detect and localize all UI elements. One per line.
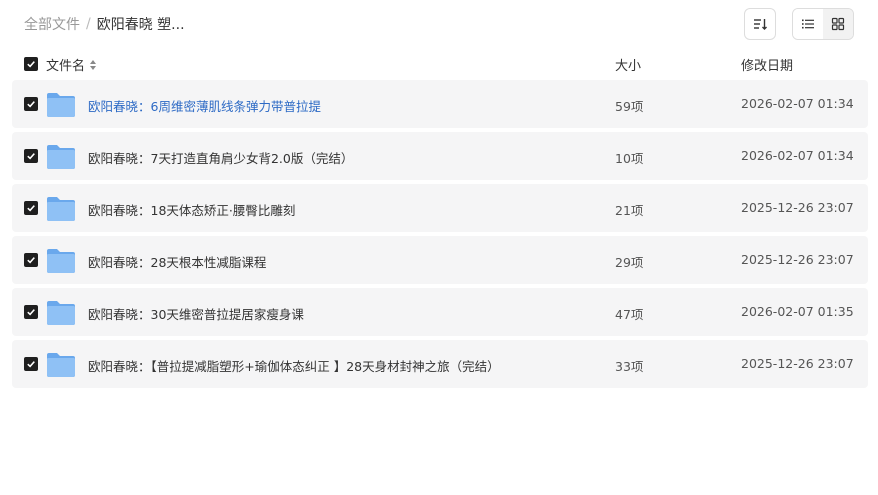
column-header-name-label: 文件名 bbox=[46, 59, 86, 74]
file-date: 2026-02-07 01:34 bbox=[741, 96, 854, 111]
file-name[interactable]: 欧阳春晓：18天体态矫正·腰臀比雕刻 bbox=[88, 200, 295, 219]
file-size: 21项 bbox=[615, 203, 644, 218]
folder-icon bbox=[47, 353, 75, 377]
folder-icon bbox=[47, 301, 75, 325]
column-header-date[interactable]: 修改日期 bbox=[741, 55, 793, 74]
check-icon bbox=[27, 61, 35, 68]
check-icon bbox=[27, 309, 35, 316]
row-checkbox[interactable] bbox=[24, 357, 38, 371]
table-row[interactable]: 欧阳春晓：7天打造直角肩少女背2.0版（完结） 10项 2026-02-07 0… bbox=[12, 132, 868, 180]
grid-view-icon bbox=[831, 17, 845, 31]
file-size: 33项 bbox=[615, 359, 644, 374]
table-row[interactable]: 欧阳春晓：18天体态矫正·腰臀比雕刻 21项 2025-12-26 23:07 bbox=[12, 184, 868, 232]
breadcrumb: 全部文件 / 欧阳春晓 塑... bbox=[24, 14, 185, 34]
row-checkbox[interactable] bbox=[24, 201, 38, 215]
row-checkbox[interactable] bbox=[24, 97, 38, 111]
check-icon bbox=[27, 361, 35, 368]
folder-icon bbox=[47, 197, 75, 221]
table-header: 文件名 大小 修改日期 bbox=[12, 52, 868, 76]
sort-icon bbox=[754, 19, 767, 30]
file-name[interactable]: 欧阳春晓：6周维密薄肌线条弹力带普拉提 bbox=[88, 96, 321, 115]
file-date: 2026-02-07 01:35 bbox=[741, 304, 854, 319]
grid-view-button[interactable] bbox=[823, 9, 853, 39]
breadcrumb-separator: / bbox=[86, 16, 91, 32]
file-name[interactable]: 欧阳春晓：【普拉提减脂塑形+瑜伽体态纠正 】28天身材封神之旅（完结） bbox=[88, 356, 500, 375]
table-row[interactable]: 欧阳春晓：【普拉提减脂塑形+瑜伽体态纠正 】28天身材封神之旅（完结） 33项 … bbox=[12, 340, 868, 388]
breadcrumb-current: 欧阳春晓 塑... bbox=[96, 17, 185, 33]
column-header-name[interactable]: 文件名 bbox=[46, 55, 97, 74]
file-date: 2025-12-26 23:07 bbox=[741, 200, 854, 215]
sort-arrows-icon bbox=[89, 59, 97, 71]
table-row[interactable]: 欧阳春晓：6周维密薄肌线条弹力带普拉提 59项 2026-02-07 01:34 bbox=[12, 80, 868, 128]
row-checkbox[interactable] bbox=[24, 253, 38, 267]
file-size: 10项 bbox=[615, 151, 644, 166]
file-name[interactable]: 欧阳春晓：28天根本性减脂课程 bbox=[88, 252, 266, 271]
file-size: 29项 bbox=[615, 255, 644, 270]
file-name[interactable]: 欧阳春晓：7天打造直角肩少女背2.0版（完结） bbox=[88, 148, 353, 167]
row-checkbox[interactable] bbox=[24, 149, 38, 163]
file-name[interactable]: 欧阳春晓：30天维密普拉提居家瘦身课 bbox=[88, 304, 304, 323]
check-icon bbox=[27, 257, 35, 264]
list-view-button[interactable] bbox=[793, 9, 823, 39]
sort-button[interactable] bbox=[744, 8, 776, 40]
check-icon bbox=[27, 153, 35, 160]
folder-icon bbox=[47, 93, 75, 117]
select-all-checkbox[interactable] bbox=[24, 57, 38, 71]
list-view-icon bbox=[802, 19, 814, 29]
file-date: 2025-12-26 23:07 bbox=[741, 252, 854, 267]
table-row[interactable]: 欧阳春晓：28天根本性减脂课程 29项 2025-12-26 23:07 bbox=[12, 236, 868, 284]
file-date: 2025-12-26 23:07 bbox=[741, 356, 854, 371]
view-toggle bbox=[792, 8, 854, 40]
row-checkbox[interactable] bbox=[24, 305, 38, 319]
file-size: 47项 bbox=[615, 307, 644, 322]
breadcrumb-root[interactable]: 全部文件 bbox=[24, 14, 80, 34]
column-header-size[interactable]: 大小 bbox=[615, 55, 641, 74]
top-bar: 全部文件 / 欧阳春晓 塑... bbox=[0, 0, 878, 48]
folder-icon bbox=[47, 249, 75, 273]
file-size: 59项 bbox=[615, 99, 644, 114]
check-icon bbox=[27, 205, 35, 212]
file-date: 2026-02-07 01:34 bbox=[741, 148, 854, 163]
file-list: 欧阳春晓：6周维密薄肌线条弹力带普拉提 59项 2026-02-07 01:34… bbox=[12, 80, 868, 392]
folder-icon bbox=[47, 145, 75, 169]
table-row[interactable]: 欧阳春晓：30天维密普拉提居家瘦身课 47项 2026-02-07 01:35 bbox=[12, 288, 868, 336]
check-icon bbox=[27, 101, 35, 108]
